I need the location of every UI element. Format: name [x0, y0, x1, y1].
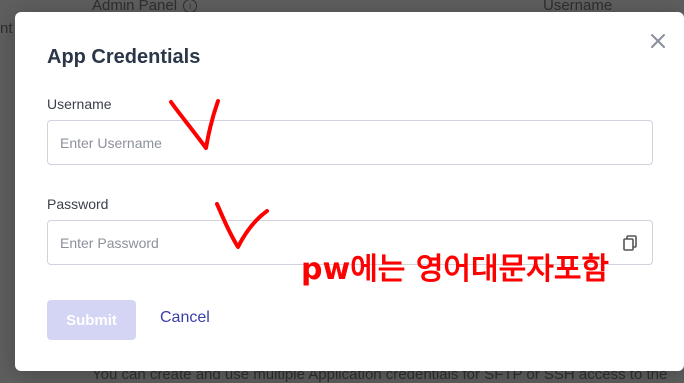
- submit-button[interactable]: Submit: [47, 300, 136, 340]
- username-input[interactable]: [47, 120, 653, 165]
- cancel-button[interactable]: Cancel: [160, 309, 210, 327]
- backdrop-left-fragment: nt: [0, 20, 13, 37]
- close-icon[interactable]: [647, 30, 669, 52]
- password-manager-icon[interactable]: [621, 234, 639, 252]
- app-credentials-modal: App Credentials Username Password Submit…: [15, 12, 684, 371]
- annotation-note: pw에는 영어대문자포함: [301, 252, 610, 287]
- password-label: Password: [47, 196, 109, 212]
- username-label: Username: [47, 96, 112, 112]
- modal-title: App Credentials: [47, 46, 201, 68]
